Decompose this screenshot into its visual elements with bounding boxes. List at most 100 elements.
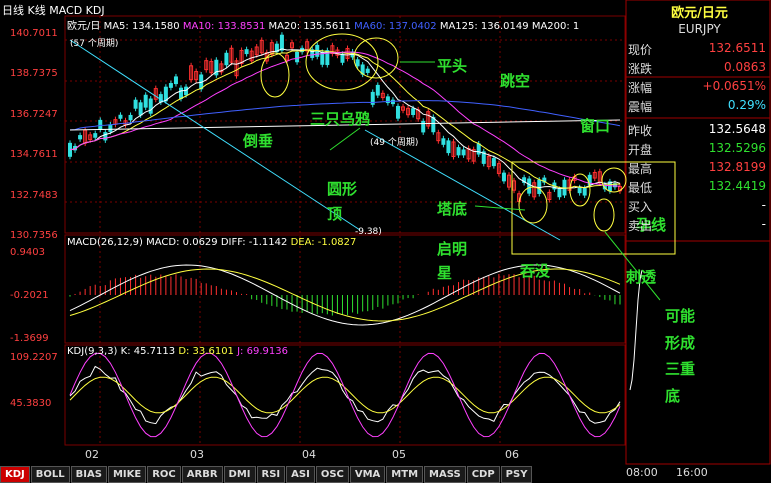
intraday-line	[629, 269, 643, 391]
tab-mtm[interactable]: MTM	[386, 466, 424, 483]
quote-value: 132.5296	[708, 141, 766, 155]
macd-value: MACD: 0.0629	[146, 237, 218, 248]
quote-row-ask: 卖出 -	[628, 217, 770, 235]
kdj-title: KDJ(9,3,3)	[67, 346, 118, 357]
candle-body	[456, 147, 461, 156]
price-tick: 134.7611	[10, 149, 58, 160]
quote-label: 最高	[628, 162, 653, 176]
annotation-sanzhi: 三只乌鸦	[310, 110, 371, 128]
quote-row-price: 现价 132.6511	[628, 41, 770, 59]
quote-value: 132.6511	[708, 41, 766, 55]
quote-value: 132.8199	[708, 160, 766, 174]
candle-body	[118, 114, 123, 119]
macd-tick: 0.9403	[10, 247, 45, 258]
tab-cdp[interactable]: CDP	[466, 466, 500, 483]
tab-bias[interactable]: BIAS	[70, 466, 107, 483]
quote-label: 昨收	[628, 124, 653, 138]
candle-body	[148, 98, 153, 114]
ma-legend: 欧元/日 MA5: 134.1580 MA10: 133.8531 MA20: …	[67, 17, 579, 32]
tab-psy[interactable]: PSY	[500, 466, 533, 483]
tab-arbr[interactable]: ARBR	[181, 466, 223, 483]
candle-body	[375, 84, 380, 96]
quote-row-prevclose: 昨收 132.5648	[628, 122, 770, 140]
candle-body	[103, 132, 108, 141]
price-tick: 132.7483	[10, 190, 58, 201]
k-value: K: 45.7113	[120, 346, 176, 357]
macd-tick: -1.3699	[10, 333, 49, 344]
candle-body	[390, 99, 395, 105]
period-label-57: (57 个周期)	[70, 39, 119, 49]
candle-body	[295, 51, 300, 63]
x-tick: 02	[85, 448, 99, 461]
tab-mass[interactable]: MASS	[424, 466, 466, 483]
tab-mike[interactable]: MIKE	[107, 466, 147, 483]
price-tick: 138.7375	[10, 68, 58, 79]
annotation-yuanxing: 圆形	[327, 180, 358, 198]
pattern-circle	[593, 198, 615, 232]
quote-value: 132.4419	[708, 179, 766, 193]
quote-row-open: 开盘 132.5296	[628, 141, 770, 159]
tab-dmi[interactable]: DMI	[223, 466, 256, 483]
candle-body	[224, 52, 229, 66]
diff-value: DIFF: -1.1142	[220, 237, 288, 248]
candle-body	[179, 87, 184, 99]
quote-label: 涨跌	[628, 62, 653, 76]
quote-row-high: 最高 132.8199	[628, 160, 770, 178]
candle-body	[395, 105, 400, 119]
annotation-di: 底	[665, 387, 681, 405]
kdj-tick: 109.2207	[10, 352, 58, 363]
quote-row-pct: 涨幅 +0.0651%	[628, 79, 770, 97]
tab-rsi[interactable]: RSI	[256, 466, 286, 483]
macd-panel-frame	[64, 234, 626, 344]
x-tick: 06	[505, 448, 519, 461]
quote-row-amplitude: 震幅 0.29%	[628, 98, 770, 116]
annotation-pointer	[329, 127, 361, 151]
ma20-value: MA20: 135.5611	[268, 21, 351, 32]
x-tick: 03	[190, 448, 204, 461]
ma60-value: MA60: 137.0402	[354, 21, 437, 32]
kdj-tick: 45.3830	[10, 398, 52, 409]
side-title: 欧元/日元	[671, 6, 728, 21]
annotation-tadi: 塔底	[437, 200, 468, 218]
quote-value: 0.0863	[724, 60, 766, 74]
ma125-value: MA125: 136.0149	[439, 21, 529, 32]
tab-osc[interactable]: OSC	[315, 466, 349, 483]
candle-body	[582, 187, 587, 196]
kdj-panel-frame	[64, 344, 626, 446]
ma5-value: MA5: 134.1580	[103, 21, 180, 32]
dea-value: DEA: -1.0827	[290, 237, 357, 248]
annotation-qiming: 启明	[437, 240, 468, 258]
low-label: -9.38)	[355, 227, 382, 237]
candle-body	[108, 124, 113, 132]
candle-body	[421, 120, 426, 133]
annotation-xing: 星	[437, 264, 453, 282]
candle-body	[461, 149, 466, 156]
price-tick: 140.7011	[10, 28, 58, 39]
annotation-pingtou: 平头	[437, 57, 468, 75]
tab-asi[interactable]: ASI	[286, 466, 315, 483]
candle-body	[491, 158, 496, 167]
candle-body	[279, 34, 284, 51]
quote-label: 开盘	[628, 143, 653, 157]
pattern-circle	[601, 167, 627, 193]
quote-label: 卖出	[628, 219, 653, 233]
annotation-tunmo: 吞没	[520, 262, 551, 280]
d-line	[69, 376, 621, 414]
price-tick: 130.7356	[10, 230, 58, 241]
tab-vma[interactable]: VMA	[349, 466, 386, 483]
annotation-daochui: 倒垂	[243, 132, 274, 150]
candle-body	[577, 187, 582, 194]
quote-label: 震幅	[628, 100, 653, 114]
quote-label: 涨幅	[628, 81, 653, 95]
quote-label: 最低	[628, 181, 653, 195]
candle-body	[138, 102, 143, 116]
tab-boll[interactable]: BOLL	[30, 466, 70, 483]
tab-kdj[interactable]: KDJ	[0, 466, 30, 483]
annotation-tiaokong: 跳空	[500, 72, 531, 90]
time-tick: 08:00	[626, 466, 658, 479]
tab-roc[interactable]: ROC	[147, 466, 181, 483]
candle-body	[446, 140, 451, 154]
j-line	[69, 352, 621, 438]
candle-body	[98, 119, 103, 130]
annotation-ding: 顶	[327, 205, 343, 223]
